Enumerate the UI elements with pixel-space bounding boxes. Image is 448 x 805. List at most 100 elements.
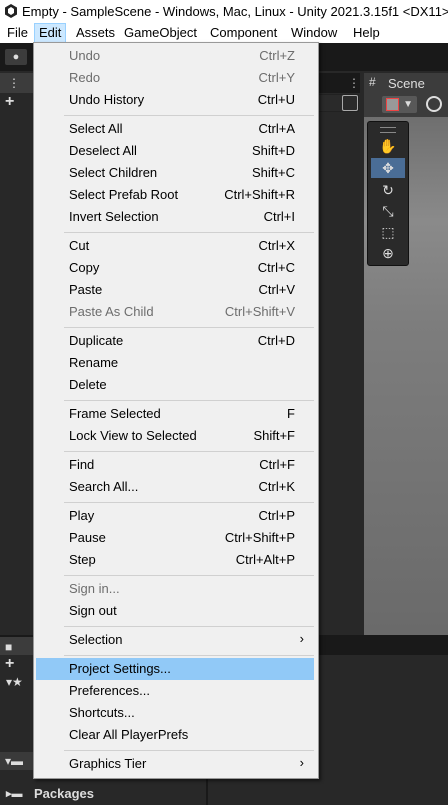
menu-item-project-settings[interactable]: Project Settings...: [36, 658, 314, 680]
edit-menu-dropdown: Undo Ctrl+Z Redo Ctrl+Y Undo History Ctrl+U Se…: [33, 42, 319, 779]
menu-item-select-prefab-root[interactable]: Select Prefab Root Ctrl+Shift+R: [36, 184, 314, 206]
menu-item-shortcut: Ctrl+C: [257, 260, 295, 275]
menu-item-shortcut: Ctrl+Shift+R: [224, 187, 295, 202]
menu-item-shortcuts[interactable]: Shortcuts...: [36, 702, 314, 724]
scale-tool-icon[interactable]: ⤡: [371, 201, 405, 221]
menu-item-shortcut: Ctrl+Shift+V: [224, 304, 295, 319]
menu-item-label: Pause: [69, 530, 106, 545]
menu-item-shortcut: Ctrl+A: [258, 121, 295, 136]
transform-tool-icon[interactable]: ⊕: [371, 243, 405, 263]
palette-grip[interactable]: [380, 127, 396, 133]
menu-item-label: Undo History: [69, 92, 145, 107]
menu-item-label: Selection: [69, 632, 123, 647]
menu-item-find[interactable]: Find Ctrl+F: [36, 454, 314, 476]
tab-options-icon[interactable]: ⋮: [348, 76, 360, 90]
menu-separator: [64, 232, 314, 233]
tab-scene[interactable]: # Scene: [364, 73, 448, 93]
menu-separator: [64, 400, 314, 401]
menu-item-lock-view-to-selected[interactable]: Lock View to Selected Shift+F: [36, 425, 314, 447]
menu-component[interactable]: Component: [210, 25, 277, 40]
favorites-star-icon[interactable]: ▾★: [6, 675, 23, 689]
menu-item-label: Sign out: [69, 603, 117, 618]
menu-item-label: Shortcuts...: [69, 705, 135, 720]
tool-palette: ✋ ✥ ↻ ⤡ ⬚ ⊕: [367, 121, 409, 266]
menu-item-delete[interactable]: Delete: [36, 374, 314, 396]
assets-folder-row[interactable]: ▾▬: [0, 752, 33, 770]
inspector-lock-icon[interactable]: [342, 95, 358, 111]
menu-assets[interactable]: Assets: [76, 25, 115, 40]
menu-separator: [64, 115, 314, 116]
menu-item-clear-all-playerprefs[interactable]: Clear All PlayerPrefs: [36, 724, 314, 746]
menu-item-shortcut: Ctrl+F: [259, 457, 295, 472]
menu-item-label: Graphics Tier: [69, 756, 147, 771]
menu-item-label: Preferences...: [69, 683, 150, 698]
menu-gameobject[interactable]: GameObject: [124, 25, 197, 40]
menu-item-label: Deselect All: [69, 143, 137, 158]
account-icon[interactable]: ●: [5, 49, 27, 65]
menu-item-sign-out[interactable]: Sign out: [36, 600, 314, 622]
menu-item-preferences[interactable]: Preferences...: [36, 680, 314, 702]
menu-item-selection[interactable]: Selection ›: [36, 629, 314, 651]
menu-item-shortcut: Ctrl+U: [257, 92, 295, 107]
window-title: Empty - SampleScene - Windows, Mac, Linu…: [22, 4, 448, 19]
title-bar: Empty - SampleScene - Windows, Mac, Linu…: [0, 0, 448, 23]
move-tool-icon[interactable]: ✥: [371, 158, 405, 178]
packages-folder-row[interactable]: ▸▬ Packages: [0, 784, 200, 802]
menu-item-undo: Undo Ctrl+Z: [36, 45, 314, 67]
menu-item-paste[interactable]: Paste Ctrl+V: [36, 279, 314, 301]
menu-item-shortcut: Shift+D: [252, 143, 295, 158]
menu-separator: [64, 655, 314, 656]
menu-bar: File Edit Assets GameObject Component Wi…: [0, 23, 448, 43]
scene-tab-icon: #: [369, 75, 376, 89]
menu-item-search-all[interactable]: Search All... Ctrl+K: [36, 476, 314, 498]
menu-window[interactable]: Window: [291, 25, 337, 40]
menu-item-cut[interactable]: Cut Ctrl+X: [36, 235, 314, 257]
menu-item-shortcut: Ctrl+Z: [259, 48, 295, 63]
menu-file[interactable]: File: [7, 25, 28, 40]
globe-icon[interactable]: [426, 96, 442, 112]
menu-item-shortcut: Shift+C: [252, 165, 295, 180]
project-tab-icon: ■: [5, 640, 13, 654]
menu-item-shortcut: Ctrl+Shift+P: [224, 530, 295, 545]
add-icon[interactable]: +: [5, 93, 14, 111]
menu-item-label: Rename: [69, 355, 119, 370]
menu-item-shortcut: Ctrl+Alt+P: [235, 552, 295, 567]
menu-item-shortcut: Ctrl+V: [258, 282, 295, 297]
rotate-tool-icon[interactable]: ↻: [371, 180, 405, 200]
menu-edit[interactable]: Edit: [34, 23, 67, 43]
menu-item-invert-selection[interactable]: Invert Selection Ctrl+I: [36, 206, 314, 228]
menu-item-select-children[interactable]: Select Children Shift+C: [36, 162, 314, 184]
menu-item-select-all[interactable]: Select All Ctrl+A: [36, 118, 314, 140]
hand-tool-icon[interactable]: ✋: [371, 136, 405, 156]
menu-separator: [64, 327, 314, 328]
menu-item-shortcut: F: [287, 406, 295, 421]
submenu-arrow-icon: ›: [299, 631, 304, 646]
draw-mode-dropdown[interactable]: ▼: [382, 96, 417, 113]
menu-item-copy[interactable]: Copy Ctrl+C: [36, 257, 314, 279]
menu-item-label: Copy: [69, 260, 100, 275]
rect-tool-icon[interactable]: ⬚: [371, 222, 405, 242]
menu-item-label: Select Children: [69, 165, 158, 180]
menu-item-duplicate[interactable]: Duplicate Ctrl+D: [36, 330, 314, 352]
menu-item-label: Find: [69, 457, 95, 472]
menu-item-deselect-all[interactable]: Deselect All Shift+D: [36, 140, 314, 162]
menu-item-undo-history[interactable]: Undo History Ctrl+U: [36, 89, 314, 111]
menu-item-label: Invert Selection: [69, 209, 159, 224]
menu-item-rename[interactable]: Rename: [36, 352, 314, 374]
menu-item-sign-in: Sign in...: [36, 578, 314, 600]
menu-item-play[interactable]: Play Ctrl+P: [36, 505, 314, 527]
project-add-icon[interactable]: +: [5, 655, 14, 673]
menu-help[interactable]: Help: [353, 25, 380, 40]
menu-item-graphics-tier[interactable]: Graphics Tier ›: [36, 753, 314, 775]
menu-item-label: Clear All PlayerPrefs: [69, 727, 189, 742]
menu-item-label: Step: [69, 552, 96, 567]
draw-mode-icon: [386, 98, 399, 111]
hierarchy-tab[interactable]: ⋮: [0, 73, 33, 93]
menu-item-pause[interactable]: Pause Ctrl+Shift+P: [36, 527, 314, 549]
menu-item-label: Select Prefab Root: [69, 187, 179, 202]
menu-item-label: Delete: [69, 377, 107, 392]
menu-item-step[interactable]: Step Ctrl+Alt+P: [36, 549, 314, 571]
menu-item-shortcut: Ctrl+I: [263, 209, 295, 224]
tab-project[interactable]: ■: [0, 637, 33, 655]
menu-item-frame-selected[interactable]: Frame Selected F: [36, 403, 314, 425]
